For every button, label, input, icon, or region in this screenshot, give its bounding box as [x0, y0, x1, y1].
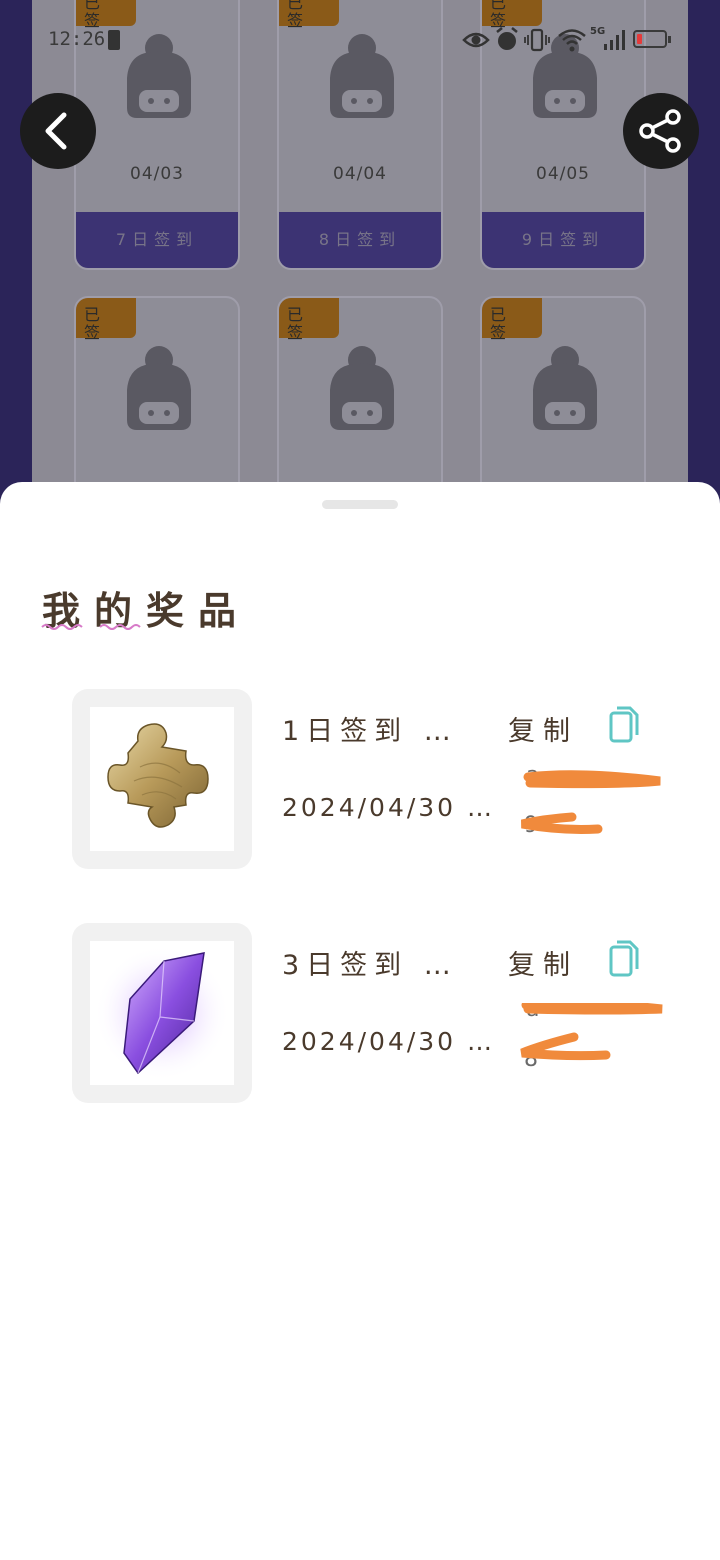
prize-thumbnail — [72, 923, 252, 1103]
mascot-icon — [330, 346, 394, 430]
copy-icon[interactable] — [608, 705, 640, 745]
prize-sheet: 我的奖品 1日签到 … 2024/04/30 … 复制 a 9 3日签到 … 2… — [0, 482, 720, 1560]
prize-date: 2024/04/30 … — [282, 1027, 496, 1056]
scribble-redaction — [521, 770, 661, 834]
copy-icon[interactable] — [608, 939, 640, 979]
eye-icon — [462, 32, 490, 48]
redeem-code-redacted: a 9 — [520, 763, 670, 859]
signed-tag: 已签 — [76, 0, 136, 30]
status-bar: 12:26 5G — [0, 24, 720, 58]
battery-icon — [633, 30, 671, 48]
prize-name: 3日签到 … — [282, 950, 458, 981]
vibrate-icon — [524, 28, 550, 52]
signed-tag: 已签 — [279, 298, 339, 342]
signed-tag: 已签 — [482, 0, 542, 30]
back-button[interactable] — [20, 93, 96, 169]
checkin-day-button[interactable]: 8日签到 — [279, 212, 441, 268]
prize-name: 1日签到 … — [282, 716, 458, 747]
scribble-redaction — [520, 1003, 663, 1061]
signed-tag: 已签 — [279, 0, 339, 30]
title-underline-decoration — [41, 624, 141, 630]
alarm-icon — [496, 27, 518, 50]
copy-button[interactable]: 复制 — [508, 943, 578, 982]
signed-tag: 已签 — [482, 298, 542, 342]
signed-tag: 已签 — [76, 298, 136, 342]
prize-item: 3日签到 … 2024/04/30 … 复制 a 8 — [72, 923, 663, 1103]
background-page: 已签 04/03 7日签到 已签 04/04 8日签到 已签 04/05 9日签… — [0, 0, 720, 520]
redeem-code-redacted: a 8 — [520, 997, 670, 1093]
chevron-left-icon — [45, 112, 67, 150]
sheet-drag-handle[interactable] — [322, 500, 398, 509]
clock: 12:26 — [48, 28, 106, 50]
wifi-icon — [558, 29, 586, 52]
puzzle-piece-image — [107, 723, 209, 828]
checkin-day-button[interactable]: 7日签到 — [76, 212, 238, 268]
prize-thumbnail — [72, 689, 252, 869]
checkin-day-button[interactable]: 9日签到 — [482, 212, 644, 268]
share-button[interactable] — [623, 93, 699, 169]
prize-item: 1日签到 … 2024/04/30 … 复制 a 9 — [72, 689, 662, 869]
share-icon — [639, 109, 681, 153]
mascot-icon — [127, 346, 191, 430]
battery-saver-icon — [108, 30, 120, 50]
checkin-panel: 已签 04/03 7日签到 已签 04/04 8日签到 已签 04/05 9日签… — [32, 0, 688, 520]
mascot-icon — [533, 346, 597, 430]
purple-crystal-image — [94, 945, 230, 1081]
copy-button[interactable]: 复制 — [508, 709, 578, 748]
prize-date: 2024/04/30 … — [282, 793, 496, 822]
signal-icon — [604, 30, 625, 50]
